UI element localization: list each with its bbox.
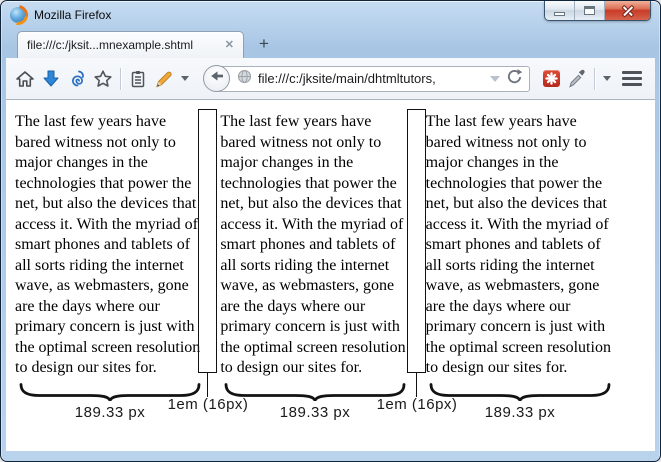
red-asterisk-icon — [543, 70, 560, 87]
titlebar[interactable]: Mozilla Firefox — [1, 1, 660, 29]
clipboard-addon-button[interactable] — [125, 66, 151, 92]
hamburger-menu-icon — [622, 71, 642, 86]
url-bar[interactable]: file:///c:/jksite/main/dhtmltutors, — [216, 66, 530, 92]
column-width-label-3: 189.33 px — [485, 404, 555, 421]
seahorse-addon-button[interactable] — [64, 66, 90, 92]
pencil-icon — [154, 69, 174, 89]
home-button[interactable] — [12, 66, 38, 92]
back-arrow-icon — [209, 68, 225, 89]
url-text: file:///c:/jksite/main/dhtmltutors, — [258, 71, 484, 86]
firefox-window: Mozilla Firefox file:///c:/jksit...mnexa… — [0, 0, 661, 462]
pencil-addon-button[interactable] — [151, 66, 177, 92]
download-arrow-icon — [41, 69, 61, 89]
gap-leader-line-1 — [207, 373, 208, 397]
minimize-icon — [554, 12, 565, 16]
pencil-dropdown-button[interactable] — [177, 66, 193, 92]
url-dropdown-icon[interactable] — [490, 76, 500, 82]
text-column-1: The last few years have bared witness no… — [15, 112, 204, 379]
close-button[interactable] — [605, 1, 650, 20]
tab-close-icon[interactable]: ✕ — [225, 40, 234, 51]
window-controls — [544, 1, 651, 21]
column-gap-indicator-box-2 — [407, 109, 426, 373]
maximize-button[interactable] — [575, 1, 605, 20]
firefox-logo-icon — [10, 7, 26, 23]
toolbar-separator — [120, 68, 121, 90]
toolbar-separator — [594, 68, 595, 90]
gap-width-label-1: 1em (16px) — [168, 396, 249, 413]
column-width-label-1: 189.33 px — [75, 404, 145, 421]
location-area: file:///c:/jksite/main/dhtmltutors, — [203, 65, 530, 92]
window-title: Mozilla Firefox — [34, 8, 111, 22]
page-content: The last few years have bared witness no… — [6, 100, 655, 451]
clipboard-icon — [128, 69, 148, 89]
navigation-toolbar: file:///c:/jksite/main/dhtmltutors, — [6, 58, 655, 100]
eyedropper-dropdown-button[interactable] — [599, 66, 615, 92]
back-button[interactable] — [203, 65, 230, 92]
chevron-down-icon — [181, 76, 189, 81]
gap-width-label-2: 1em (16px) — [377, 396, 458, 413]
globe-icon — [237, 69, 252, 89]
eyedropper-icon — [567, 69, 587, 89]
tab-title: file:///c:/jksit...mnexample.shtml — [27, 38, 217, 52]
column-gap-indicator-box-1 — [198, 109, 217, 373]
minimize-button[interactable] — [545, 1, 575, 20]
multicolumn-text: The last few years have bared witness no… — [15, 112, 615, 379]
maximize-icon — [584, 6, 595, 15]
new-tab-button[interactable]: + — [251, 33, 277, 55]
tab-bar: file:///c:/jksit...mnexample.shtml ✕ + — [1, 29, 660, 58]
menu-button[interactable] — [615, 66, 649, 92]
eyedropper-button[interactable] — [564, 66, 590, 92]
column-width-label-2: 189.33 px — [280, 404, 350, 421]
text-column-2: The last few years have bared witness no… — [220, 112, 409, 379]
home-icon — [15, 69, 35, 89]
red-asterisk-addon-button[interactable] — [538, 66, 564, 92]
seahorse-icon — [67, 69, 87, 89]
text-column-3: The last few years have bared witness no… — [426, 112, 615, 379]
star-icon — [93, 69, 113, 89]
download-button[interactable] — [38, 66, 64, 92]
gap-leader-line-2 — [416, 373, 417, 397]
tab-file-mnexample[interactable]: file:///c:/jksit...mnexample.shtml ✕ — [17, 31, 244, 58]
chevron-down-icon — [603, 76, 611, 81]
reload-icon[interactable] — [506, 68, 523, 90]
bookmark-star-button[interactable] — [90, 66, 116, 92]
